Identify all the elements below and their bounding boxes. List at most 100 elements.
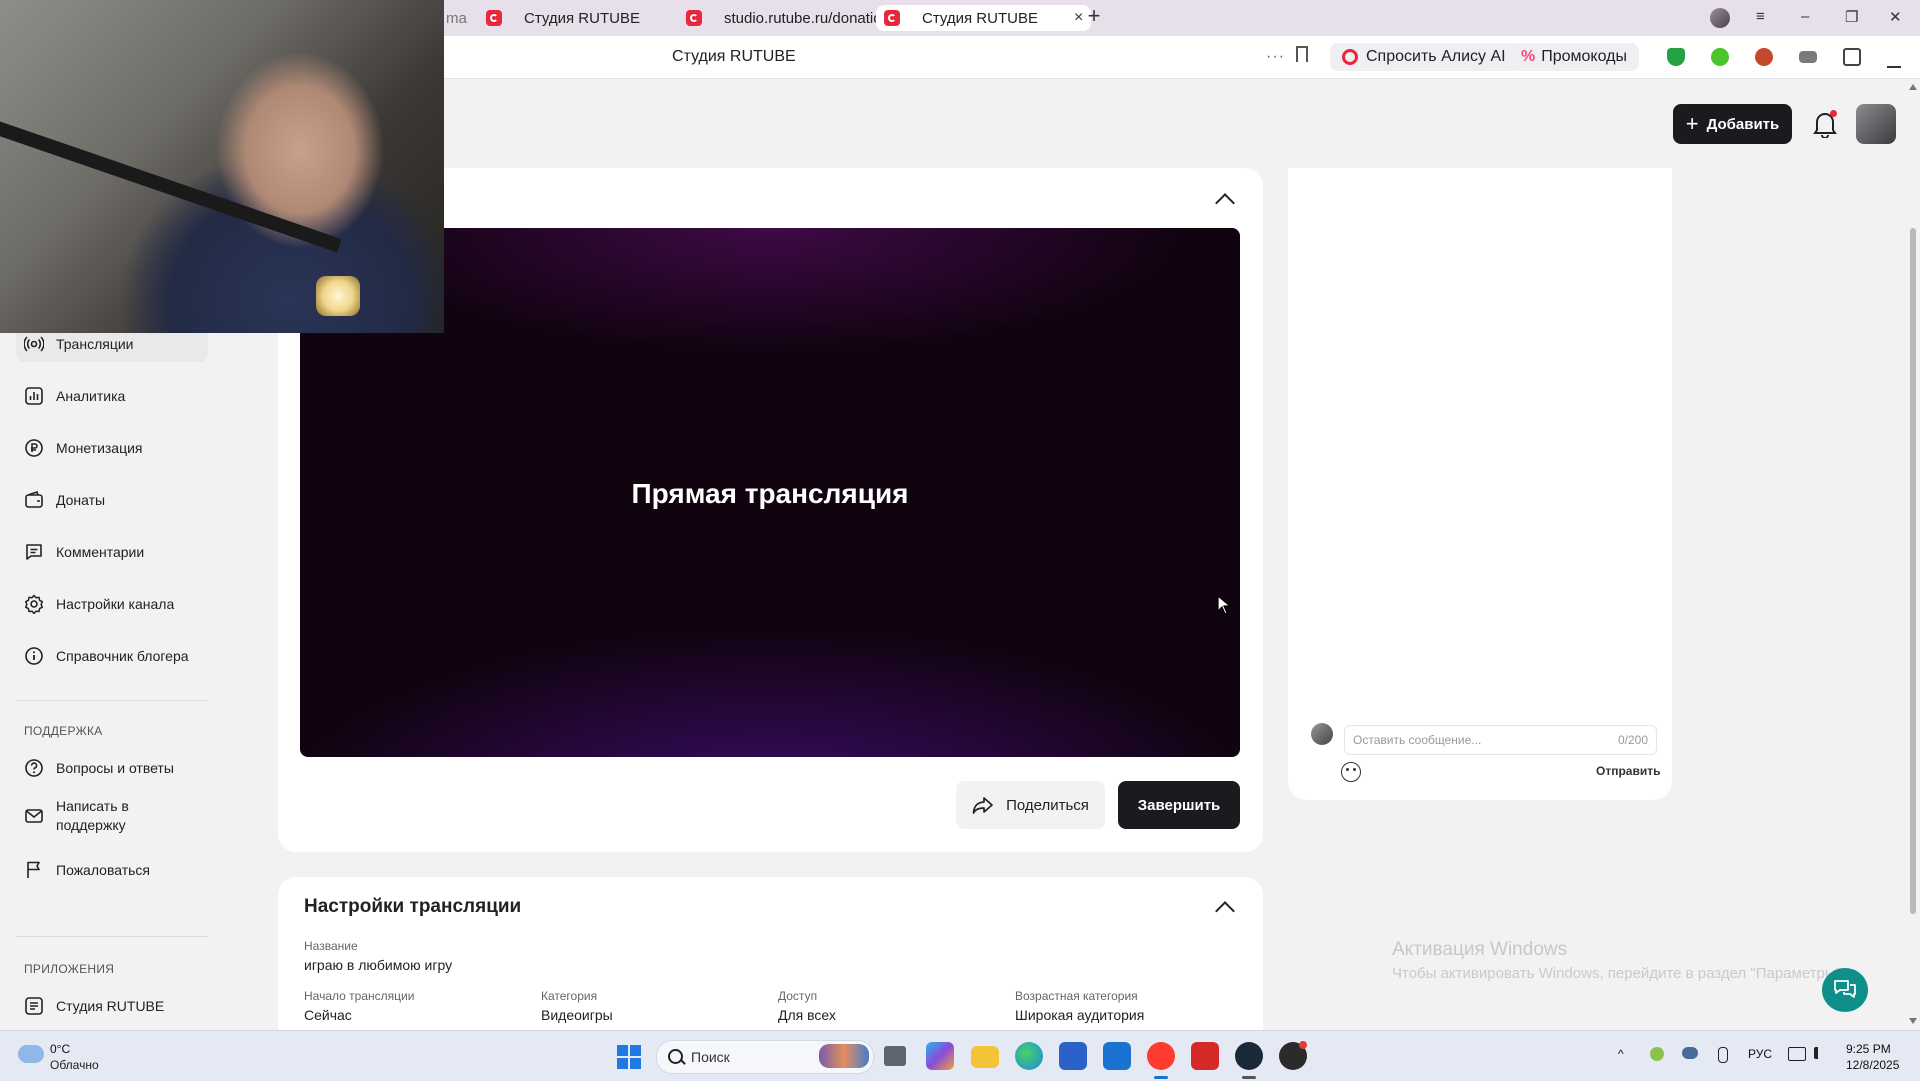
extension-icon[interactable] <box>1711 48 1729 66</box>
sidebar-item-report[interactable]: Пожаловаться <box>16 852 208 888</box>
lamp-shape <box>316 276 360 316</box>
menu-icon[interactable]: ≡ <box>1756 8 1765 25</box>
sidebar-item-label: Вопросы и ответы <box>56 759 174 776</box>
sidebar-item-label: Пожаловаться <box>56 861 151 878</box>
sidebar-divider <box>16 936 208 937</box>
sidebar-item-label: Донаты <box>56 491 106 508</box>
weather-temperature[interactable]: 0°C <box>50 1042 70 1056</box>
extension-icon[interactable] <box>1755 48 1773 66</box>
sidebar-item-blogger-guide[interactable]: Справочник блогера <box>16 638 208 674</box>
add-button-label: Добавить <box>1706 115 1780 133</box>
windows-start-icon[interactable] <box>617 1045 641 1069</box>
search-highlight-image <box>819 1044 869 1068</box>
tray-chevron-icon[interactable]: ^ <box>1618 1047 1624 1061</box>
sidebar-item-comments[interactable]: Комментарии <box>16 534 208 570</box>
microphone-icon[interactable] <box>1718 1047 1728 1063</box>
sidebar-item-channel-settings[interactable]: Настройки канала <box>16 586 208 622</box>
steam-app-icon[interactable] <box>1235 1042 1263 1070</box>
download-icon[interactable] <box>1887 48 1901 68</box>
access-value: Для всех <box>778 1007 836 1023</box>
add-button[interactable]: + Добавить <box>1673 104 1792 144</box>
windows-activation-title: Активация Windows <box>1392 939 1568 960</box>
scroll-down-icon[interactable] <box>1909 1018 1917 1024</box>
start-label: Начало трансляции <box>304 989 415 1003</box>
m365-app-icon[interactable] <box>926 1042 954 1070</box>
taskbar-search[interactable]: Поиск <box>656 1040 874 1074</box>
minimize-icon[interactable]: – <box>1801 8 1809 25</box>
support-chat-button[interactable] <box>1822 968 1868 1012</box>
browser-tab[interactable]: ma <box>446 5 467 31</box>
profile-icon[interactable] <box>1710 8 1730 28</box>
chat-message-input[interactable]: Оставить сообщение... 0/200 <box>1344 725 1657 755</box>
sidebar-item-analytics[interactable]: Аналитика <box>16 378 208 414</box>
search-icon <box>668 1049 683 1064</box>
volume-icon[interactable] <box>1814 1047 1830 1059</box>
weather-condition[interactable]: Облачно <box>50 1058 99 1072</box>
outlook-app-icon[interactable] <box>1103 1042 1131 1070</box>
close-window-icon[interactable]: ✕ <box>1889 8 1902 26</box>
close-tab-icon[interactable]: × <box>1074 9 1083 27</box>
clock-date[interactable]: 12/8/2025 <box>1846 1058 1899 1072</box>
restore-icon[interactable]: ❐ <box>1845 8 1858 26</box>
mic-arm-shape <box>0 115 342 253</box>
end-stream-button[interactable]: Завершить <box>1118 781 1240 829</box>
support-heading: ПОДДЕРЖКА <box>24 724 103 738</box>
sidebar-item-studio-app[interactable]: Студия RUTUBE <box>16 988 208 1024</box>
age-rating-value: Широкая аудитория <box>1015 1007 1145 1023</box>
store-app-icon[interactable] <box>1059 1042 1087 1070</box>
user-avatar[interactable] <box>1856 104 1896 144</box>
scroll-up-icon[interactable] <box>1909 84 1917 90</box>
shield-extension-icon[interactable] <box>1667 48 1685 66</box>
more-options-icon[interactable]: ··· <box>1266 48 1285 66</box>
info-icon <box>25 647 43 665</box>
browser-tab-active[interactable]: Студия RUTUBE × <box>876 5 1092 31</box>
sidebar-item-contact-support[interactable]: Написать в поддержку <box>16 792 208 840</box>
browser-tab[interactable]: studio.rutube.ru/donation <box>686 5 890 31</box>
collections-icon[interactable] <box>1843 48 1861 66</box>
sidebar-item-faq[interactable]: Вопросы и ответы <box>16 750 208 786</box>
task-view-icon[interactable] <box>884 1046 906 1066</box>
cloud-icon[interactable] <box>18 1045 44 1063</box>
name-value: играю в любимою игру <box>304 957 453 973</box>
yandex-browser-icon[interactable] <box>1147 1042 1175 1070</box>
emoji-icon[interactable] <box>1341 762 1361 782</box>
scroll-thumb[interactable] <box>1910 228 1916 914</box>
sidebar-item-label: Трансляции <box>56 335 134 352</box>
page-title[interactable]: Студия RUTUBE <box>672 48 796 66</box>
help-icon <box>25 759 43 777</box>
start-value: Сейчас <box>304 1007 352 1023</box>
tray-app-icon[interactable] <box>1650 1047 1664 1061</box>
extension-icon[interactable] <box>1799 51 1817 63</box>
file-explorer-icon[interactable] <box>971 1046 999 1068</box>
mouse-cursor-icon <box>1217 595 1231 615</box>
char-counter: 0/200 <box>1617 733 1648 747</box>
tab-label: ma <box>446 9 467 27</box>
sidebar-item-label: Справочник блогера <box>56 647 189 664</box>
send-button[interactable]: Отправить <box>1596 764 1660 778</box>
tray-cloud-icon[interactable] <box>1682 1047 1698 1059</box>
language-indicator[interactable]: РУС <box>1748 1047 1772 1061</box>
windows-activation-text: Чтобы активировать Windows, перейдите в … <box>1392 965 1841 982</box>
wps-app-icon[interactable] <box>1191 1042 1219 1070</box>
sidebar-item-label: Аналитика <box>56 387 126 404</box>
network-icon[interactable] <box>1788 1047 1806 1061</box>
apps-heading: ПРИЛОЖЕНИЯ <box>24 962 115 976</box>
page-scrollbar[interactable] <box>1906 78 1920 1030</box>
promo-button[interactable]: % Промокоды <box>1509 43 1639 71</box>
sidebar-item-monetization[interactable]: Монетизация <box>16 430 208 466</box>
sidebar-item-label: Студия RUTUBE <box>56 997 165 1014</box>
notifications-bell-icon[interactable] <box>1812 110 1838 139</box>
ask-alice-button[interactable]: Спросить Алису AI <box>1330 43 1518 71</box>
share-button[interactable]: Поделиться <box>956 781 1105 829</box>
active-app-indicator <box>1154 1076 1168 1079</box>
mail-icon <box>25 809 43 823</box>
browser-tab[interactable]: Студия RUTUBE <box>486 5 640 31</box>
new-tab-icon[interactable]: + <box>1083 5 1105 28</box>
clock-time[interactable]: 9:25 PM <box>1846 1042 1891 1056</box>
bookmark-icon[interactable] <box>1296 46 1308 62</box>
category-value: Видеоигры <box>541 1007 613 1023</box>
settings-title: Настройки трансляции <box>304 896 522 917</box>
edge-browser-icon[interactable] <box>1015 1042 1043 1070</box>
chat-placeholder: Оставить сообщение... <box>1353 733 1482 747</box>
sidebar-item-donations[interactable]: Донаты <box>16 482 208 518</box>
